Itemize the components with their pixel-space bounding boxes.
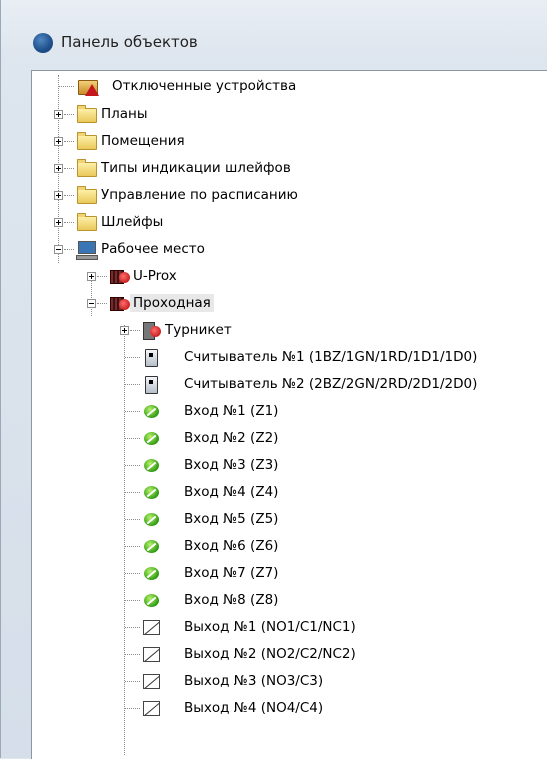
tree-item-label: Вход №3 (Z3) xyxy=(184,457,279,473)
folder-icon xyxy=(76,159,97,177)
tree-item-label: Считыватель №2 (2BZ/2GN/2RD/2D1/2D0) xyxy=(184,376,478,392)
tree-item-input-5[interactable]: Вход №5 (Z5) xyxy=(32,510,547,532)
zone-input-icon xyxy=(141,429,161,447)
tree-item-schedule-control[interactable]: Управление по расписанию xyxy=(32,186,547,208)
folder-icon xyxy=(76,105,97,123)
expand-plus-icon[interactable] xyxy=(54,164,63,173)
object-panel-window: Панель объектов Отключенные устройства П… xyxy=(0,0,547,759)
tree-item-label: Выход №3 (NO3/C3) xyxy=(184,673,324,689)
tree-item-label: Считыватель №1 (1BZ/1GN/1RD/1D1/1D0) xyxy=(184,349,478,365)
folder-icon xyxy=(76,186,97,204)
controller-alarm-icon xyxy=(109,267,130,285)
title-bar: Панель объектов xyxy=(1,0,547,70)
tree-item-input-8[interactable]: Вход №8 (Z8) xyxy=(32,591,547,613)
expand-plus-icon[interactable] xyxy=(54,218,63,227)
tree-item-label: Типы индикации шлейфов xyxy=(101,160,291,176)
tree-item-label: Планы xyxy=(101,106,148,122)
tree-item-plans[interactable]: Планы xyxy=(32,105,547,127)
tree-item-label: Управление по расписанию xyxy=(101,187,298,203)
zone-input-icon xyxy=(141,564,161,582)
tree-item-workstation[interactable]: Рабочее место xyxy=(32,240,547,262)
tree-item-label: Вход №6 (Z6) xyxy=(184,538,279,554)
tree-item-input-6[interactable]: Вход №6 (Z6) xyxy=(32,537,547,559)
tree-item-label: Вход №1 (Z1) xyxy=(184,403,279,419)
computer-icon xyxy=(76,240,98,260)
tree-item-output-4[interactable]: Выход №4 (NO4/C4) xyxy=(32,699,547,721)
tree-item-label: Вход №2 (Z2) xyxy=(184,430,279,446)
tree-item-input-2[interactable]: Вход №2 (Z2) xyxy=(32,429,547,451)
zone-input-icon xyxy=(141,510,161,528)
tree-item-loop-indication-types[interactable]: Типы индикации шлейфов xyxy=(32,159,547,181)
controller-alarm-icon xyxy=(109,294,130,312)
zone-input-icon xyxy=(141,483,161,501)
zone-input-icon xyxy=(141,456,161,474)
relay-output-icon xyxy=(141,645,161,663)
app-icon xyxy=(33,33,53,53)
folder-alarm-icon xyxy=(76,77,99,96)
tree-item-label: Вход №5 (Z5) xyxy=(184,511,279,527)
relay-output-icon xyxy=(141,672,161,690)
zone-input-icon xyxy=(141,537,161,555)
relay-output-icon xyxy=(141,699,161,717)
expand-plus-icon[interactable] xyxy=(87,272,96,281)
tree-item-input-3[interactable]: Вход №3 (Z3) xyxy=(32,456,547,478)
zone-input-icon xyxy=(141,402,161,420)
tree-item-reader-1[interactable]: Считыватель №1 (1BZ/1GN/1RD/1D1/1D0) xyxy=(32,348,547,370)
tree-item-loops[interactable]: Шлейфы xyxy=(32,213,547,235)
tree-item-label: Выход №1 (NO1/C1/NC1) xyxy=(184,619,356,635)
tree-item-input-1[interactable]: Вход №1 (Z1) xyxy=(32,402,547,424)
card-reader-icon xyxy=(141,375,161,394)
collapse-minus-icon[interactable] xyxy=(87,299,96,308)
tree-item-label: Вход №8 (Z8) xyxy=(184,592,279,608)
expand-plus-icon[interactable] xyxy=(54,191,63,200)
tree-item-input-7[interactable]: Вход №7 (Z7) xyxy=(32,564,547,586)
tree-item-label: Турникет xyxy=(165,322,232,338)
tree-item-turnstile[interactable]: Турникет xyxy=(32,321,547,343)
tree-item-label: Вход №4 (Z4) xyxy=(184,484,279,500)
tree-item-checkpoint[interactable]: Проходная xyxy=(32,294,547,316)
folder-icon xyxy=(76,132,97,150)
tree-item-disabled-devices[interactable]: Отключенные устройства xyxy=(32,77,547,99)
tree-item-reader-2[interactable]: Считыватель №2 (2BZ/2GN/2RD/2D1/2D0) xyxy=(32,375,547,397)
folder-icon xyxy=(76,213,97,231)
tree-item-rooms[interactable]: Помещения xyxy=(32,132,547,154)
tree-item-input-4[interactable]: Вход №4 (Z4) xyxy=(32,483,547,505)
tree-item-label: Шлейфы xyxy=(101,214,164,230)
object-tree[interactable]: Отключенные устройства Планы Помещения Т… xyxy=(31,70,547,759)
tree-item-label: Выход №4 (NO4/C4) xyxy=(184,700,324,716)
tree-item-label: Помещения xyxy=(101,133,185,149)
tree-item-output-1[interactable]: Выход №1 (NO1/C1/NC1) xyxy=(32,618,547,640)
expand-plus-icon[interactable] xyxy=(54,137,63,146)
expand-plus-icon[interactable] xyxy=(120,326,129,335)
card-reader-icon xyxy=(141,348,161,367)
tree-item-output-3[interactable]: Выход №3 (NO3/C3) xyxy=(32,672,547,694)
window-title: Панель объектов xyxy=(61,33,198,51)
tree-item-output-2[interactable]: Выход №2 (NO2/C2/NC2) xyxy=(32,645,547,667)
relay-output-icon xyxy=(141,618,161,636)
tree-item-label: Отключенные устройства xyxy=(112,78,297,94)
tree-item-label: Вход №7 (Z7) xyxy=(184,565,279,581)
tree-item-label: Выход №2 (NO2/C2/NC2) xyxy=(184,646,356,662)
collapse-minus-icon[interactable] xyxy=(54,245,63,254)
expand-plus-icon[interactable] xyxy=(54,110,63,119)
zone-input-icon xyxy=(141,591,161,609)
tree-item-label: Рабочее место xyxy=(101,241,205,257)
turnstile-alarm-icon xyxy=(140,321,161,340)
tree-item-label: U-Prox xyxy=(133,268,177,284)
tree-item-label: Проходная xyxy=(130,294,214,312)
tree-item-u-prox[interactable]: U-Prox xyxy=(32,267,547,289)
